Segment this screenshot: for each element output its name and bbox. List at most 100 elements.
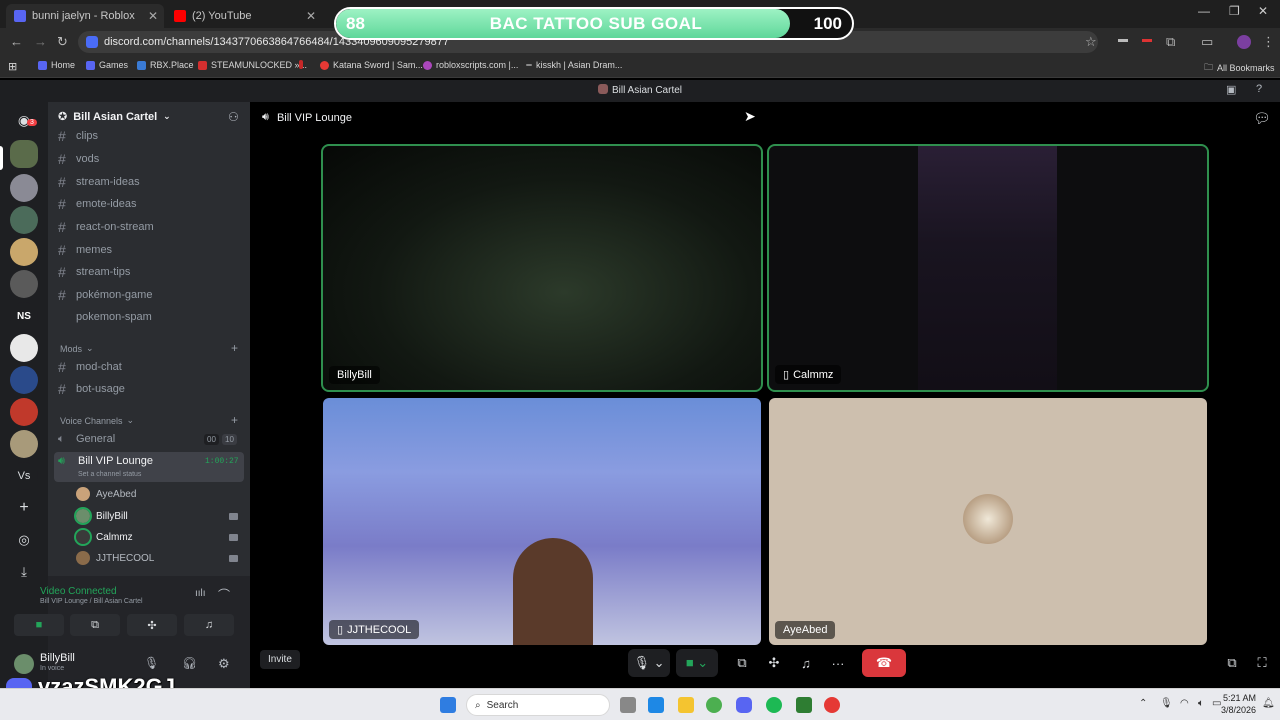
more-options-button[interactable]: ··· [826,649,850,677]
channel-vods[interactable]: # vods [58,149,244,169]
taskbar-app-2[interactable] [648,697,664,713]
bookmark-rbxplace[interactable]: RBX.Place [137,60,194,70]
channel-stream-tips[interactable]: # stream-tips [58,262,244,282]
close-tab-icon[interactable]: ✕ [306,9,316,23]
forward-icon[interactable]: → [34,34,47,49]
channel-mod-chat[interactable]: # mod-chat [58,357,244,377]
video-tile-ayeabed[interactable]: AyeAbed [769,398,1207,645]
voice-channel-vip-lounge[interactable]: 🔊︎ Bill VIP Lounge 1:00:27 Set a channel… [54,452,244,482]
soundboard-button[interactable]: ♫ [184,614,234,636]
invite-people-icon[interactable]: ⚇ [228,110,239,124]
taskbar-search-box[interactable]: ⌕ Search [466,694,610,716]
all-bookmarks[interactable]: 🗀 All Bookmarks [1204,60,1275,76]
voice-member-billybill[interactable]: BillyBill [74,507,128,525]
bookmark-home[interactable]: Home [38,60,75,70]
category-voice-channels[interactable]: Voice Channels ⌄ [60,415,134,426]
profile-avatar[interactable] [1237,35,1251,49]
volume-icon[interactable]: 🔈︎ [1198,698,1204,709]
channel-pokemon-spam[interactable]: pokemon-spam [58,307,244,327]
voice-member-ayeabed[interactable]: AyeAbed [76,485,136,503]
headphones-icon[interactable]: 🎧︎ [182,656,197,670]
server-icon-4[interactable] [10,238,38,266]
screen-share-button[interactable]: ⧉ [70,614,120,636]
discord-taskbar-icon[interactable] [736,697,752,713]
voice-member-jjthecool[interactable]: JJTHECOOL [76,549,154,567]
server-icon-ns[interactable]: NS [10,302,38,330]
bookmark-games[interactable]: Games [86,60,128,70]
server-icon-8[interactable] [10,366,38,394]
browser-tab-roblox[interactable]: bunni jaelyn - Roblox ✕ [6,4,164,28]
server-icon-9[interactable] [10,398,38,426]
clock-time[interactable]: 5:21 AM [1222,693,1256,703]
screen-share-button[interactable]: ⧉ [730,649,754,677]
tray-overflow-icon[interactable]: ⌃ [1139,698,1147,709]
side-panel-icon[interactable]: ▭ [1201,34,1213,50]
download-icon[interactable]: ⤓ [10,558,38,586]
back-icon[interactable]: ← [10,34,23,49]
activities-button[interactable]: ✣ [127,614,177,636]
extensions-puzzle-icon[interactable]: ⧉ [1166,34,1175,50]
close-tab-icon[interactable]: ✕ [148,9,158,23]
tray-mic-icon[interactable]: 🎙︎ [1160,698,1173,709]
chat-bubble-icon[interactable]: 💬︎ [1253,110,1271,127]
channel-emote-ideas[interactable]: # emote-ideas [58,194,244,214]
user-name[interactable]: BillyBill [40,652,75,664]
disconnect-icon[interactable]: ⌒ [218,586,230,603]
restore-icon[interactable]: ❐ [1229,4,1240,18]
file-explorer-icon[interactable] [678,697,694,713]
spotify-icon[interactable] [766,697,782,713]
add-server-icon[interactable]: + [10,494,38,522]
chrome-icon[interactable] [706,697,722,713]
extension-red-icon[interactable]: ▬ [1142,34,1152,45]
soundboard-button[interactable]: ♫ [794,649,818,677]
channel-stream-ideas[interactable]: # stream-ideas [58,172,244,192]
taskbar-app-1[interactable] [620,697,636,713]
bookmark-steamunlocked[interactable]: STEAMUNLOCKED »... [198,60,307,70]
noise-suppression-icon[interactable]: ıılı [195,588,206,599]
extension-icon[interactable]: ▬ [1118,34,1128,45]
clock-date[interactable]: 3/8/2026 [1216,705,1256,715]
reload-icon[interactable]: ↻ [57,34,68,50]
server-icon-5[interactable] [10,270,38,298]
server-icon-10[interactable] [10,430,38,458]
bookmark-katana[interactable]: Katana Sword | Sam... [320,60,423,70]
server-header[interactable]: ✪ Bill Asian Cartel ⌄ [58,110,171,124]
taskbar-app-7[interactable] [796,697,812,713]
apps-grid-icon[interactable]: ⊞ [8,60,17,73]
channel-react-on-stream[interactable]: # react-on-stream [58,217,244,237]
camera-toggle-button[interactable]: ■ [14,614,64,636]
bookmark-robloxscripts[interactable]: robloxscripts.com |... [423,60,518,70]
windows-start-icon[interactable] [440,697,456,713]
server-icon-3[interactable] [10,206,38,234]
minimize-icon[interactable]: — [1198,4,1210,18]
server-icon-vs[interactable]: Vs [10,462,38,490]
settings-gear-icon[interactable]: ⚙ [218,656,230,672]
notification-bell-icon[interactable]: 🔔︎ [1262,698,1275,709]
video-tile-calmmz[interactable]: ▯ Calmmz [767,144,1209,392]
explore-compass-icon[interactable]: ◎ [10,526,38,554]
mute-button[interactable]: 🎙︎ ⌄ [628,649,670,677]
inbox-icon[interactable]: ▣ [1226,83,1236,96]
video-tile-jjthecool[interactable]: ▯ JJTHECOOL [323,398,761,645]
menu-kebab-icon[interactable]: ⋮ [1262,34,1275,50]
video-tile-billybill[interactable]: BillyBill [321,144,763,392]
channel-clips[interactable]: # clips [58,126,244,146]
server-icon-bill-asian-cartel[interactable] [10,140,38,168]
voice-member-calmmz[interactable]: Calmmz [74,528,133,546]
wifi-icon[interactable]: ◠ [1180,698,1189,709]
channel-pokemon-game[interactable]: # pokémon-game [58,285,244,305]
server-icon-7[interactable] [10,334,38,362]
microphone-icon[interactable]: 🎙︎ [144,656,159,670]
bookmark-unnamed[interactable] [299,60,307,69]
site-info-icon[interactable] [86,36,98,48]
camera-button[interactable]: ■ ⌄ [676,649,718,677]
browser-tab-youtube[interactable]: (2) YouTube ✕ [166,4,322,28]
activities-button[interactable]: ✣ [762,649,786,677]
pop-out-button[interactable]: ⧉ [1222,649,1242,677]
category-mods[interactable]: Mods ⌄ [60,343,94,354]
create-voice-channel-icon[interactable]: + [231,413,238,427]
fullscreen-button[interactable]: ⛶ [1252,649,1272,677]
voice-status[interactable]: Video Connected [40,586,117,597]
opera-icon[interactable] [824,697,840,713]
close-window-icon[interactable]: ✕ [1258,4,1268,18]
